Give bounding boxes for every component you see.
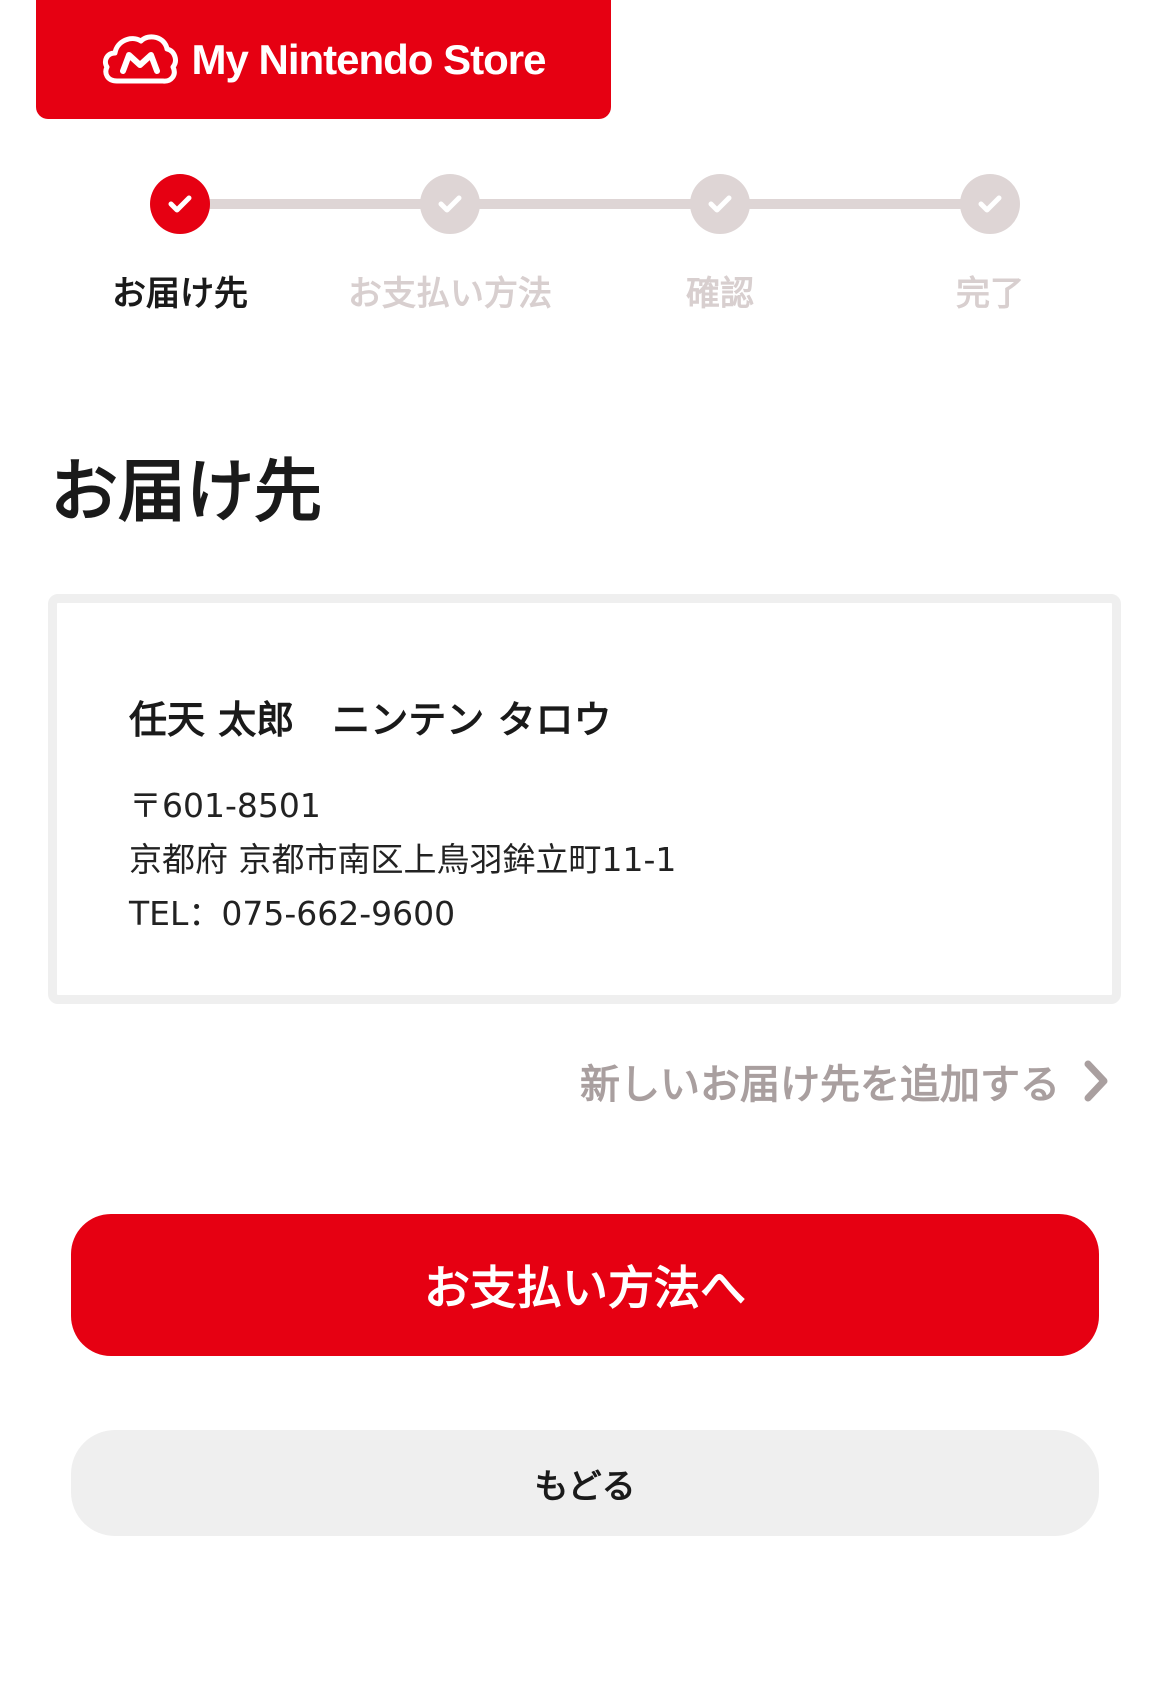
step-2-label: お支払い方法 (348, 274, 552, 314)
checkmark-icon (708, 195, 732, 213)
postal-code: 〒601-8501 (129, 786, 321, 825)
checkout-progress: お届け先 お支払い方法 確認 完了 (0, 0, 1170, 320)
add-address-label: 新しいお届け先を追加する (580, 1062, 1060, 1108)
step-2-indicator (420, 174, 480, 234)
step-1-indicator (150, 174, 210, 234)
progress-connector (180, 199, 450, 209)
address-card[interactable]: 任天 太郎 ニンテン タロウ 〒601-8501 京都府 京都市南区上鳥羽鉾立町… (48, 594, 1121, 1004)
checkmark-icon (168, 195, 192, 213)
step-4-indicator (960, 174, 1020, 234)
proceed-to-payment-button[interactable]: お支払い方法へ (71, 1214, 1099, 1356)
phone-number: TEL：075-662-9600 (129, 894, 456, 933)
recipient-name: 任天 太郎 ニンテン タロウ (129, 698, 612, 742)
step-4-label: 完了 (956, 274, 1024, 314)
back-button[interactable]: もどる (71, 1430, 1099, 1536)
step-3-label: 確認 (686, 274, 754, 314)
progress-connector (450, 199, 720, 209)
add-address-link[interactable]: 新しいお届け先を追加する (580, 1052, 1110, 1110)
step-1-label: お届け先 (112, 274, 248, 314)
checkmark-icon (438, 195, 462, 213)
checkmark-icon (978, 195, 1002, 213)
step-3-indicator (690, 174, 750, 234)
page-title: お届け先 (50, 453, 323, 532)
progress-connector (720, 199, 990, 209)
street-address: 京都府 京都市南区上鳥羽鉾立町11-1 (129, 840, 677, 879)
chevron-right-icon (1084, 1060, 1108, 1102)
